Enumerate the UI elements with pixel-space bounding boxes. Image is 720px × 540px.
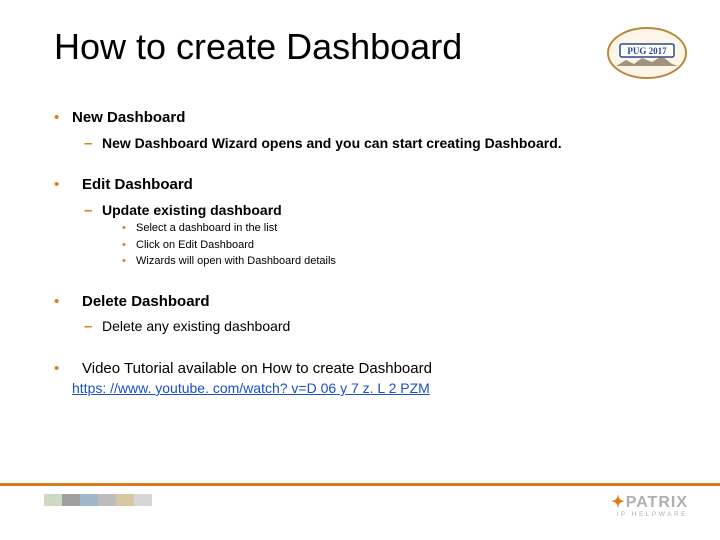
footer-brand-logo: ✦PATRIX IP HELPWARE: [611, 492, 688, 518]
footer-block: [62, 494, 80, 506]
text-wizards-open: Wizards will open with Dashboard details: [136, 253, 336, 270]
text-click-edit: Click on Edit Dashboard: [136, 237, 254, 254]
bullet-edit-dashboard: • Edit Dashboard: [54, 175, 680, 195]
footer-tagline: IP HELPWARE: [611, 511, 688, 518]
dash-icon: –: [84, 317, 102, 337]
heading-delete-dashboard: Delete Dashboard: [82, 292, 210, 312]
bullet-icon: •: [122, 220, 136, 237]
video-tutorial-link[interactable]: https: //www. youtube. com/watch? v=D 06…: [72, 380, 430, 396]
slide: How to create Dashboard PUG 2017 • New D…: [0, 0, 720, 540]
bullet-icon: •: [54, 359, 72, 379]
sub-delete-existing: – Delete any existing dashboard: [84, 317, 680, 337]
footer-block: [116, 494, 134, 506]
logo-badge-text: PUG 2017: [627, 46, 667, 56]
heading-edit-dashboard: Edit Dashboard: [82, 175, 193, 195]
bullet-icon: •: [122, 237, 136, 254]
footer-brand-name: PATRIX: [626, 494, 688, 511]
event-logo: PUG 2017: [606, 26, 688, 80]
item-click-edit: • Click on Edit Dashboard: [122, 237, 680, 254]
bullet-new-dashboard: • New Dashboard: [54, 108, 680, 128]
sub-update-existing: – Update existing dashboard: [84, 201, 680, 221]
dash-icon: –: [84, 201, 102, 221]
text-new-dashboard-wizard: New Dashboard Wizard opens and you can s…: [102, 134, 562, 152]
slide-title: How to create Dashboard: [54, 26, 462, 68]
item-wizards-open: • Wizards will open with Dashboard detai…: [122, 253, 680, 270]
sub-new-dashboard-wizard: – New Dashboard Wizard opens and you can…: [84, 134, 680, 154]
bullet-video-tutorial: • Video Tutorial available on How to cre…: [54, 359, 680, 379]
text-update-existing: Update existing dashboard: [102, 201, 282, 219]
text-delete-existing: Delete any existing dashboard: [102, 317, 290, 335]
heading-new-dashboard: New Dashboard: [72, 108, 185, 128]
bullet-icon: •: [122, 253, 136, 270]
footer-block: [80, 494, 98, 506]
text-select-dashboard: Select a dashboard in the list: [136, 220, 277, 237]
footer-color-blocks: [44, 494, 152, 506]
dash-icon: –: [84, 134, 102, 154]
footer-block: [98, 494, 116, 506]
bullet-icon: •: [54, 108, 72, 128]
content-body: • New Dashboard – New Dashboard Wizard o…: [54, 108, 680, 397]
footer-block: [134, 494, 152, 506]
bullet-icon: •: [54, 175, 72, 195]
footer-brand-text: ✦PATRIX: [611, 492, 688, 512]
footer-divider: [0, 483, 720, 486]
bullet-delete-dashboard: • Delete Dashboard: [54, 292, 680, 312]
bullet-icon: •: [54, 292, 72, 312]
heading-video-tutorial: Video Tutorial available on How to creat…: [82, 359, 432, 379]
footer-block: [44, 494, 62, 506]
item-select-dashboard: • Select a dashboard in the list: [122, 220, 680, 237]
